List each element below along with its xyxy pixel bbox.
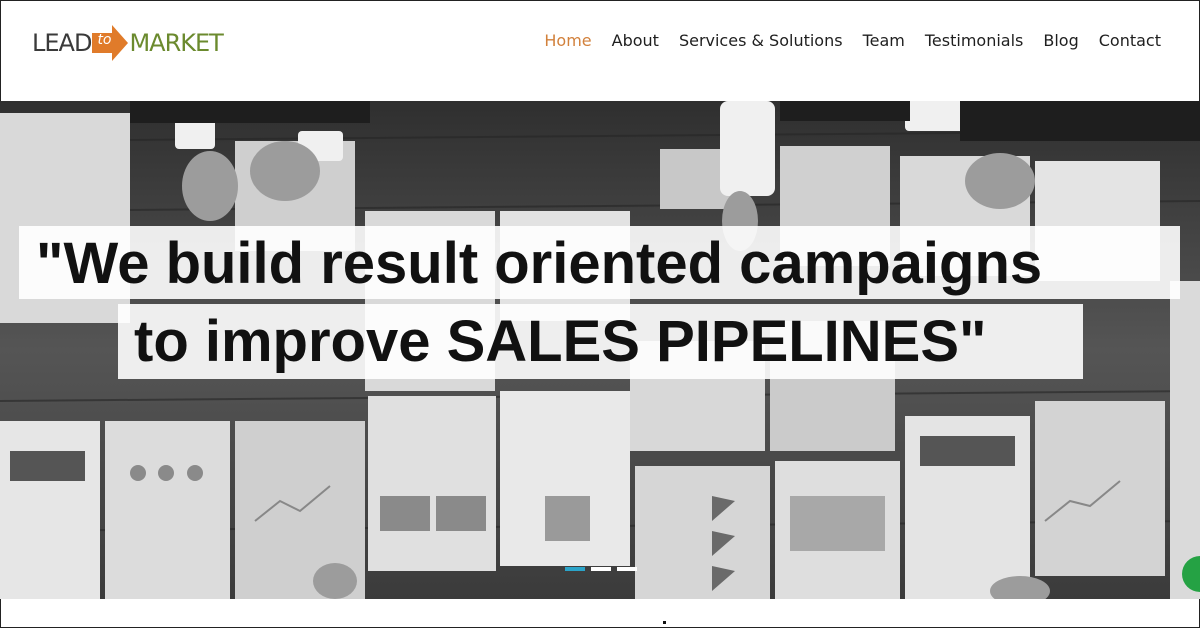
hero-quote-line-1: "We build result oriented campaigns	[36, 231, 1043, 296]
content-marker	[663, 621, 666, 624]
main-nav: Home About Services & Solutions Team Tes…	[544, 31, 1161, 50]
nav-blog[interactable]: Blog	[1043, 31, 1078, 50]
nav-testimonials[interactable]: Testimonials	[925, 31, 1024, 50]
site-header: LEAD to MARKET Home About Services & Sol…	[0, 0, 1200, 101]
nav-team[interactable]: Team	[863, 31, 905, 50]
logo-arrow-icon: to	[92, 25, 129, 61]
page-content-start	[0, 599, 1200, 628]
nav-contact[interactable]: Contact	[1099, 31, 1161, 50]
slider-dot-2[interactable]	[591, 567, 611, 571]
brand-logo[interactable]: LEAD to MARKET	[32, 23, 224, 63]
slider-dots	[565, 567, 637, 571]
nav-home[interactable]: Home	[544, 31, 591, 50]
logo-lead-text: LEAD	[32, 29, 92, 57]
hero-quote-line-2: to improve SALES PIPELINES"	[134, 309, 987, 374]
logo-market-text: MARKET	[129, 29, 223, 57]
slider-dot-3[interactable]	[617, 567, 637, 571]
slider-dot-1[interactable]	[565, 567, 585, 571]
nav-about[interactable]: About	[612, 31, 659, 50]
hero-slider[interactable]: "We build result oriented campaigns to i…	[0, 101, 1200, 599]
logo-to-text: to	[97, 32, 112, 48]
nav-services-solutions[interactable]: Services & Solutions	[679, 31, 843, 50]
